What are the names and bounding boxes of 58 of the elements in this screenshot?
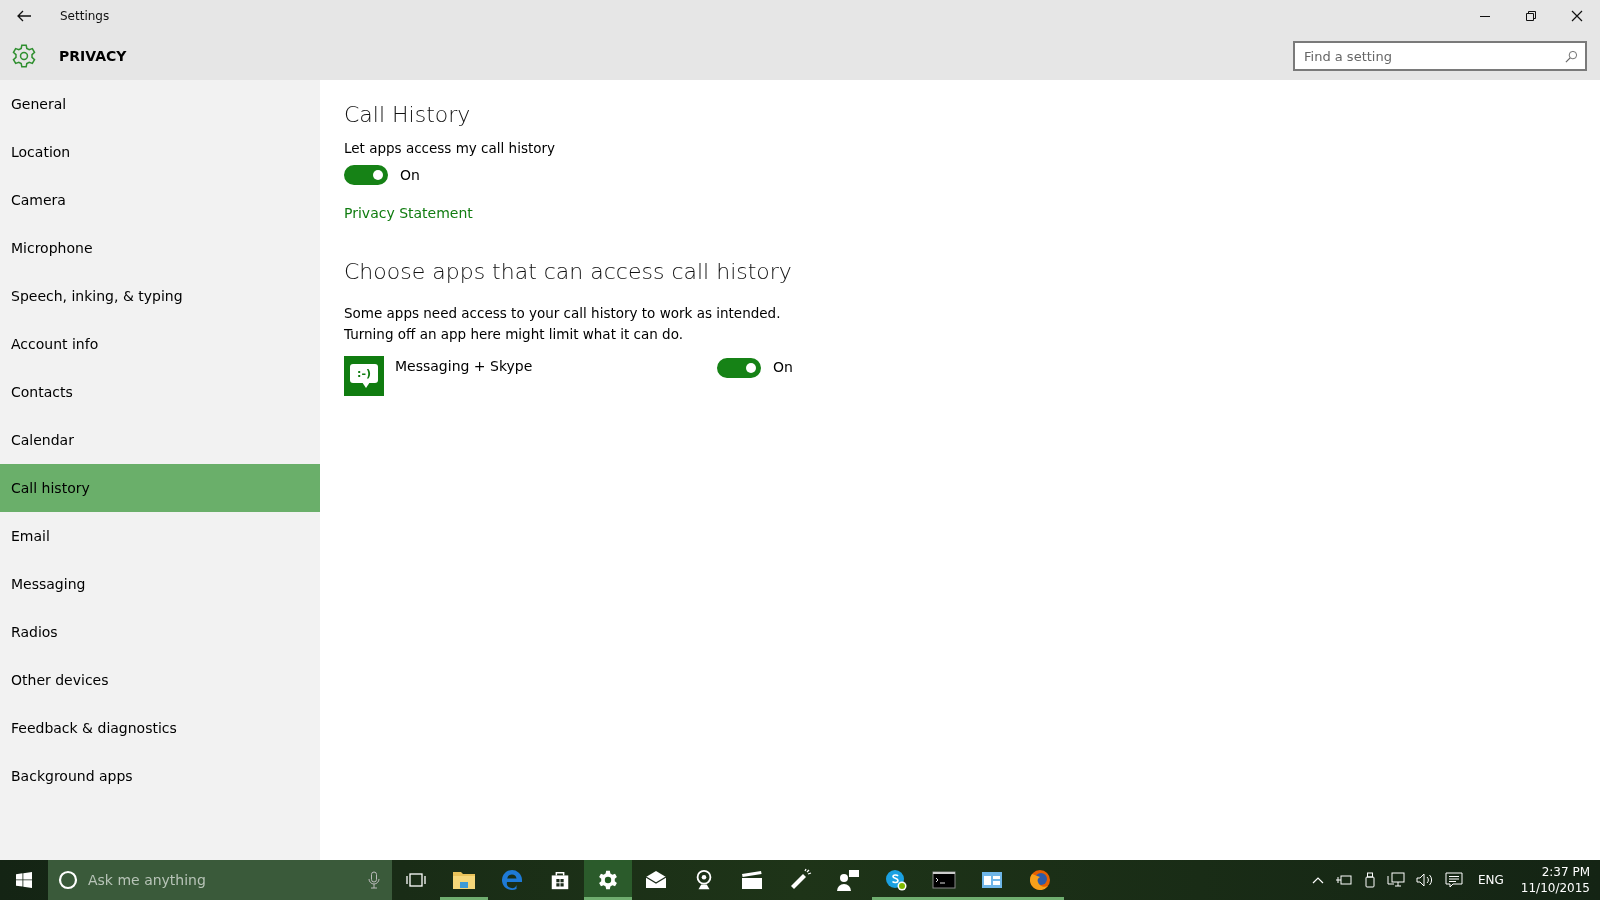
- sidebar-item[interactable]: Messaging: [0, 560, 320, 608]
- restore-icon[interactable]: [1525, 10, 1537, 22]
- sidebar-item[interactable]: Contacts: [0, 368, 320, 416]
- skype-icon: [884, 868, 908, 892]
- sidebar-item[interactable]: General: [0, 80, 320, 128]
- cortana-circle-icon: [58, 870, 78, 890]
- edge-browser-icon: [500, 868, 524, 892]
- app-name: Messaging + Skype: [395, 358, 534, 374]
- command-prompt-icon: [932, 868, 956, 892]
- toggle-state-text: On: [400, 167, 420, 183]
- back-arrow-icon[interactable]: [16, 8, 32, 24]
- power-plug-icon[interactable]: [1334, 873, 1353, 887]
- sidebar-item[interactable]: Background apps: [0, 752, 320, 800]
- sidebar-item[interactable]: Call history: [0, 464, 320, 512]
- windows-logo-icon: [16, 872, 32, 888]
- sidebar-item[interactable]: Email: [0, 512, 320, 560]
- usb-drive-icon[interactable]: [1363, 872, 1376, 888]
- search-icon: [1565, 50, 1578, 63]
- people-icon: [836, 868, 860, 892]
- toggle-state-text: On: [773, 359, 793, 375]
- sidebar-item[interactable]: Other devices: [0, 656, 320, 704]
- task-view-icon[interactable]: [406, 872, 426, 888]
- toggle-switch[interactable]: [717, 358, 761, 378]
- clock-time[interactable]: 2:37 PM: [1541, 864, 1590, 880]
- description-text: Turning off an app here might limit what it can do.: [344, 325, 684, 344]
- gear-icon: [11, 43, 37, 69]
- section-title: Call History: [344, 102, 472, 127]
- close-icon[interactable]: [1571, 10, 1583, 22]
- sidebar-item[interactable]: Radios: [0, 608, 320, 656]
- sidebar-item[interactable]: Account info: [0, 320, 320, 368]
- sidebar-item[interactable]: Camera: [0, 176, 320, 224]
- sidebar-item[interactable]: Microphone: [0, 224, 320, 272]
- network-icon[interactable]: [1386, 872, 1405, 888]
- sidebar-item[interactable]: Speech, inking, & typing: [0, 272, 320, 320]
- description-text: Some apps need access to your call history to work as intended.: [344, 304, 782, 323]
- taskbar-search-field[interactable]: Ask me anything: [48, 860, 392, 900]
- notification-icon[interactable]: [1444, 872, 1463, 888]
- app-icon: :-): [344, 356, 384, 396]
- sidebar-item[interactable]: Calendar: [0, 416, 320, 464]
- sidebar-item[interactable]: Feedback & diagnostics: [0, 704, 320, 752]
- toggle-switch[interactable]: [344, 165, 388, 185]
- sidebar-item[interactable]: Location: [0, 128, 320, 176]
- speaker-icon[interactable]: [1415, 872, 1434, 888]
- search-field[interactable]: Find a setting: [1293, 41, 1587, 71]
- shopping-bag-icon: [549, 869, 571, 891]
- firefox-icon: [1028, 868, 1052, 892]
- microphone-icon[interactable]: [368, 871, 380, 889]
- window-title: Settings: [60, 9, 110, 23]
- privacy-statement-link[interactable]: Privacy Statement: [344, 205, 473, 221]
- gear-icon: [597, 869, 619, 891]
- chevron-up-icon[interactable]: [1311, 876, 1324, 884]
- gear-taskbar-button[interactable]: [584, 860, 632, 900]
- setting-label: Let apps access my call history: [344, 140, 557, 156]
- clock-date[interactable]: 11/10/2015: [1520, 880, 1590, 896]
- clapperboard-icon: [740, 868, 764, 892]
- language-indicator[interactable]: ENG: [1477, 873, 1504, 887]
- section-title: Choose apps that can access call history: [344, 259, 793, 284]
- page-title: PRIVACY: [59, 48, 127, 64]
